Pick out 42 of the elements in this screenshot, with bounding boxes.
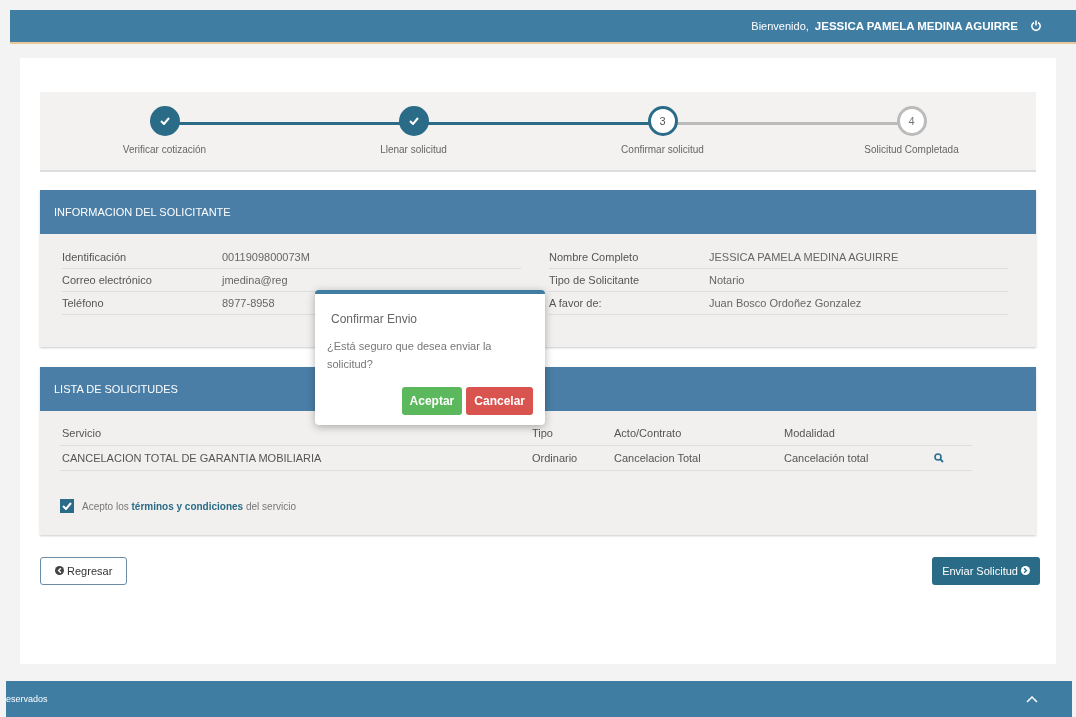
step-label: Verificar cotización bbox=[122, 144, 207, 155]
step-label: Llenar solicitud bbox=[380, 144, 447, 155]
back-button[interactable]: Regresar bbox=[40, 557, 128, 585]
terms-text: Acepto los términos y condiciones del servicio bbox=[82, 500, 296, 512]
step-label: Solicitud Completada bbox=[864, 144, 959, 155]
field-label: Nombre Completo bbox=[549, 251, 640, 263]
column-header: Modalidad bbox=[782, 421, 932, 446]
field-value: jmedina@reg bbox=[222, 274, 288, 286]
field-value: 8977-8958 bbox=[222, 297, 275, 309]
power-icon[interactable] bbox=[1030, 20, 1042, 32]
check-icon bbox=[408, 117, 419, 125]
arrow-right-icon bbox=[1021, 566, 1030, 575]
chevron-up-icon[interactable] bbox=[1026, 695, 1038, 703]
field-value: Juan Bosco Ordoñez Gonzalez bbox=[709, 297, 862, 309]
field-label: Tipo de Solicitante bbox=[549, 274, 641, 286]
field-value: JESSICA PAMELA MEDINA AGUIRRE bbox=[709, 251, 899, 263]
footer-text: eservados bbox=[6, 694, 48, 704]
field-value: 0011909800073M bbox=[222, 251, 310, 263]
step-circle: 3 bbox=[647, 106, 678, 136]
field-label: Teléfono bbox=[62, 297, 105, 309]
arrow-left-icon bbox=[55, 566, 64, 575]
check-icon bbox=[159, 117, 170, 125]
dialog-title: Confirmar Envio bbox=[331, 312, 419, 326]
table-cell: Cancelación total bbox=[782, 446, 932, 471]
column-header: Acto/Contrato bbox=[612, 421, 782, 446]
table-cell: Ordinario bbox=[530, 446, 612, 471]
field-value: Notario bbox=[709, 274, 745, 286]
step-label: Confirmar solicitud bbox=[621, 144, 704, 155]
table-cell: CANCELACION TOTAL DE GARANTIA MOBILIARIA bbox=[60, 446, 530, 471]
section-header: INFORMACION DEL SOLICITANTE bbox=[40, 190, 1036, 234]
welcome-text: Bienvenido, bbox=[751, 20, 809, 32]
cancel-button[interactable]: Cancelar bbox=[466, 387, 533, 416]
field-label: Correo electrónico bbox=[62, 274, 153, 286]
search-icon[interactable] bbox=[934, 453, 944, 463]
checkbox[interactable] bbox=[60, 499, 74, 513]
field-label: A favor de: bbox=[549, 297, 603, 309]
user-name: JESSICA PAMELA MEDINA AGUIRRE bbox=[814, 20, 1018, 32]
table-cell: Cancelacion Total bbox=[612, 446, 782, 471]
submit-button[interactable]: Enviar Solicitud bbox=[932, 557, 1040, 585]
field-label: Identificación bbox=[62, 251, 128, 263]
terms-link[interactable]: términos y condiciones bbox=[131, 500, 244, 512]
step-circle: 4 bbox=[896, 106, 927, 136]
